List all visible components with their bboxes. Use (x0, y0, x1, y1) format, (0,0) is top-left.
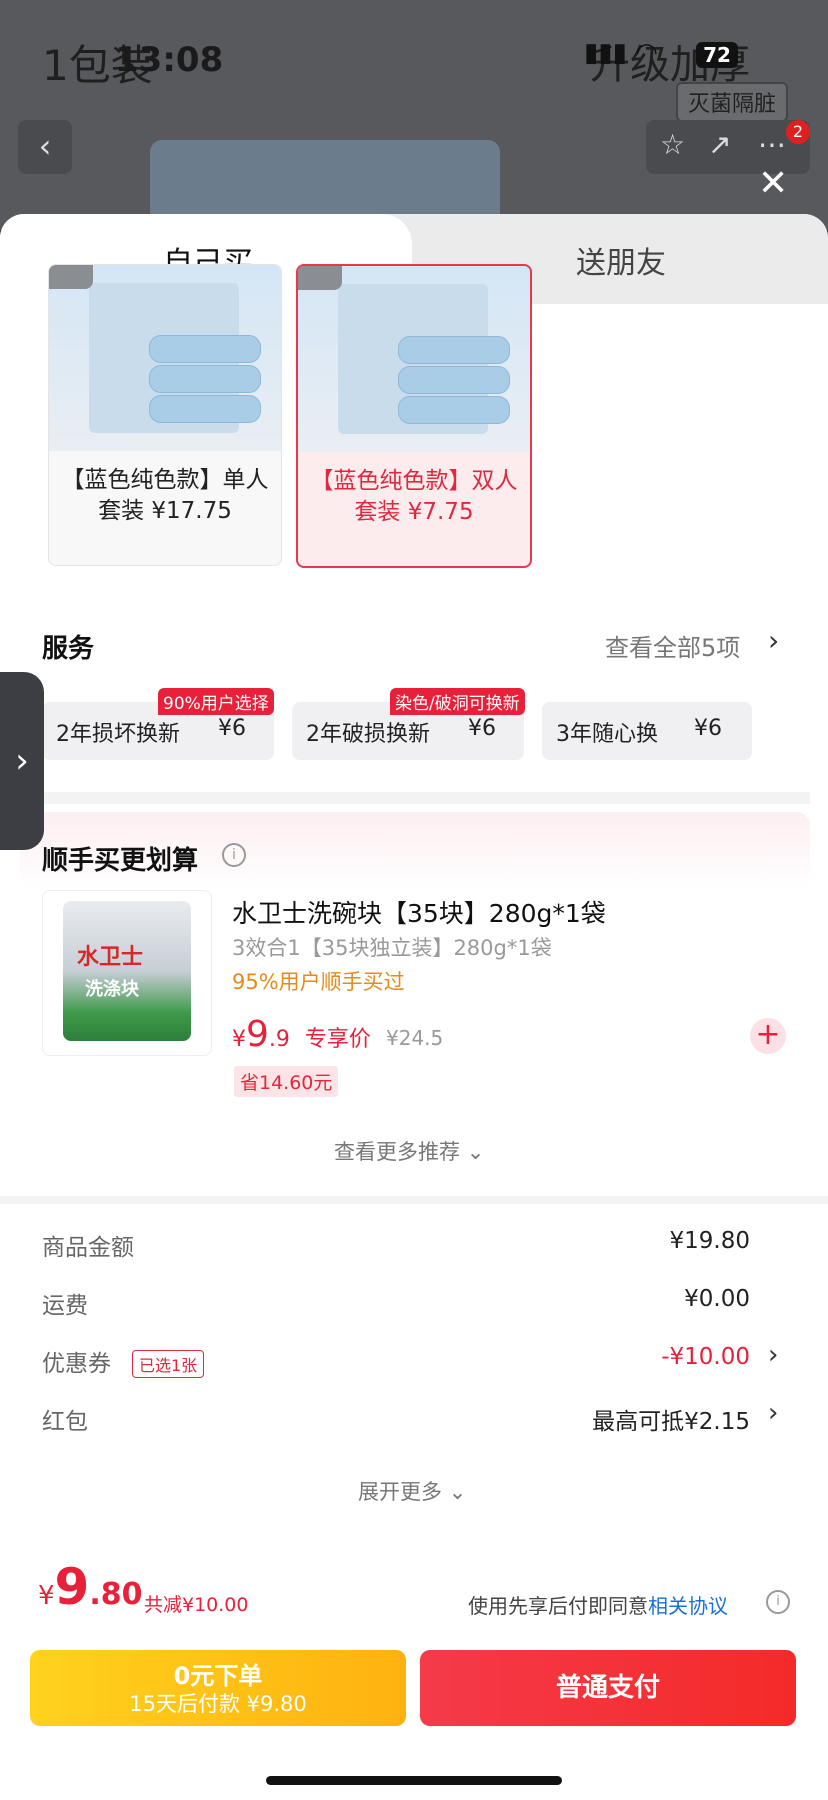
option-label: 【蓝色纯色款】双人 套装 ¥7.75 (310, 468, 518, 525)
add-addon-button[interactable]: + (750, 1018, 786, 1054)
side-drawer-handle[interactable]: › (0, 672, 44, 850)
service-badge: 90%用户选择 (158, 688, 274, 715)
close-icon[interactable]: ✕ (758, 166, 788, 202)
cart-badge: 2 (786, 120, 810, 144)
addon-hint: 95%用户顺手买过 (232, 970, 405, 994)
addon-old-price: ¥24.5 (386, 1026, 444, 1050)
info-icon[interactable]: i (222, 843, 246, 867)
background-tag: 灭菌隔脏 (676, 82, 789, 122)
option-card-single[interactable]: 【蓝色纯色款】单人 套装 ¥17.75 (48, 264, 282, 566)
chevron-down-icon: ⌄ (466, 1140, 485, 1164)
option-card-double[interactable]: 【蓝色纯色款】双人 套装 ¥7.75 (296, 264, 532, 568)
info-icon[interactable]: i (766, 1590, 790, 1614)
addon-price: ¥9.9 专享价 (232, 1014, 371, 1055)
share-icon[interactable]: ↗ (708, 128, 731, 161)
chevron-right-icon[interactable]: › (768, 624, 779, 657)
shipping-value: ¥0.00 (684, 1286, 750, 1312)
home-indicator (266, 1776, 562, 1785)
shipping-label: 运费 (42, 1293, 88, 1319)
normal-pay-button[interactable]: 普通支付 (420, 1650, 796, 1726)
option-label: 【蓝色纯色款】单人 套装 ¥17.75 (61, 467, 269, 524)
service-item[interactable]: 3年随心换 ¥6 (542, 702, 752, 760)
more-icon[interactable]: ⋯ (758, 128, 786, 161)
goods-amount-label: 商品金额 (42, 1235, 134, 1261)
back-button[interactable]: ‹ (18, 120, 72, 174)
chevron-down-icon: ⌄ (448, 1480, 467, 1504)
coupon-selected-tag: 已选1张 (132, 1350, 205, 1378)
signal-wifi-icons: ▮▮▮ ◠ (584, 38, 658, 68)
redpacket-value[interactable]: 最高可抵¥2.15 (592, 1402, 750, 1436)
agreement-link[interactable]: 相关协议 (648, 1594, 728, 1618)
addon-section-title: 顺手买更划算 (42, 846, 199, 876)
battery-icon: 72 (696, 42, 738, 68)
agreement-text: 使用先享后付即同意相关协议 (468, 1594, 728, 1618)
chevron-right-icon[interactable]: › (768, 1398, 778, 1428)
favorite-star-icon[interactable]: ☆ (660, 128, 685, 161)
addon-name[interactable]: 水卫士洗碗块【35块】280g*1袋 (232, 894, 606, 930)
services-title: 服务 (42, 634, 95, 664)
addon-subtitle: 3效合1【35块独立装】280g*1袋 (232, 936, 552, 960)
goods-amount-value: ¥19.80 (669, 1228, 750, 1254)
services-view-all[interactable]: 查看全部5项 (605, 628, 740, 663)
service-badge: 染色/破洞可换新 (390, 688, 525, 715)
tab-send-friend[interactable]: 送朋友 (576, 238, 666, 282)
purchase-sheet: 自己买 送朋友 【蓝色纯色款】单人 套装 ¥17.75 【蓝色纯色款】双人 套装… (0, 214, 828, 1800)
addon-save-badge: 省14.60元 (234, 1066, 339, 1097)
more-recommend[interactable]: 查看更多推荐 ⌄ (334, 1136, 484, 1166)
redpacket-label: 红包 (42, 1409, 88, 1435)
addon-product-image[interactable]: 水卫士 洗涤块 (42, 890, 212, 1056)
coupon-label: 优惠券 (42, 1351, 111, 1377)
total-price: ¥9.80 (38, 1558, 143, 1616)
total-save: 共减¥10.00 (144, 1594, 249, 1616)
chevron-right-icon[interactable]: › (768, 1340, 778, 1370)
coupon-value[interactable]: -¥10.00 (661, 1344, 750, 1370)
expand-more[interactable]: 展开更多 ⌄ (358, 1476, 466, 1506)
pay-later-button[interactable]: 0元下单 15天后付款 ¥9.80 (30, 1650, 406, 1726)
status-time: 13:08 (115, 40, 224, 80)
